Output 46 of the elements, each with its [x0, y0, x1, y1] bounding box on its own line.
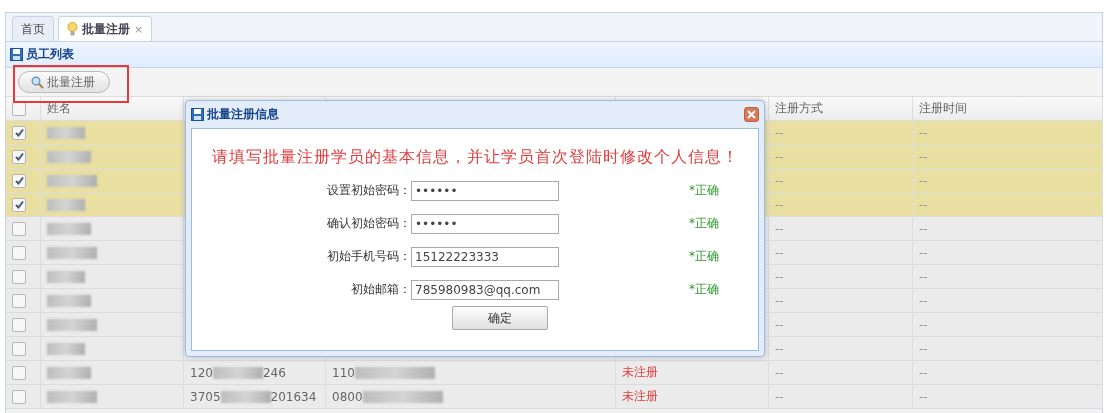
table-cell: 110	[332, 365, 355, 380]
table-cell: 0800	[332, 389, 363, 404]
table-cell: --	[919, 293, 928, 308]
table-cell: --	[775, 341, 784, 356]
field-label: 初始邮箱：	[351, 281, 411, 298]
dialog-title: 批量注册信息	[207, 106, 280, 123]
table-cell: --	[775, 173, 784, 188]
table-cell: --	[919, 149, 928, 164]
table-cell: --	[919, 245, 928, 260]
table-cell: --	[919, 365, 928, 380]
table-cell: 246	[262, 365, 286, 380]
table-cell: 3705	[190, 389, 221, 404]
table-cell: 120	[190, 365, 213, 380]
table-cell: --	[775, 197, 784, 212]
table-cell: --	[775, 389, 784, 404]
table-cell: --	[775, 269, 784, 284]
table-cell: --	[775, 365, 784, 380]
table-cell: --	[775, 293, 784, 308]
table-cell: --	[775, 149, 784, 164]
status-text: 未注册	[622, 364, 658, 381]
table-cell: --	[775, 317, 784, 332]
table-cell: --	[919, 341, 928, 356]
field-label: 确认初始密码：	[327, 215, 411, 232]
validation-text: *正确	[689, 182, 719, 199]
table-cell: --	[919, 317, 928, 332]
validation-text: *正确	[689, 248, 719, 265]
table-cell: --	[919, 389, 928, 404]
column-header: 注册时间	[919, 100, 967, 117]
table-cell: --	[919, 125, 928, 140]
status-text: 未注册	[622, 388, 658, 405]
column-header: 姓名	[47, 100, 71, 117]
validation-text: *正确	[689, 281, 719, 298]
table-cell: 201634	[270, 389, 317, 404]
panel-title: 员工列表	[26, 46, 74, 63]
instruction-text: 请填写批量注册学员的基本信息，并让学员首次登陆时修改个人信息！	[211, 147, 739, 168]
table-cell: --	[919, 197, 928, 212]
field-label: 初始手机号码：	[327, 248, 411, 265]
table-cell: --	[919, 173, 928, 188]
validation-text: *正确	[689, 215, 719, 232]
column-header: 注册方式	[775, 100, 823, 117]
field-label: 设置初始密码：	[327, 182, 411, 199]
table-cell: --	[919, 221, 928, 236]
table-cell: --	[775, 221, 784, 236]
table-cell: --	[775, 125, 784, 140]
table-cell: --	[919, 269, 928, 284]
table-cell: --	[775, 245, 784, 260]
